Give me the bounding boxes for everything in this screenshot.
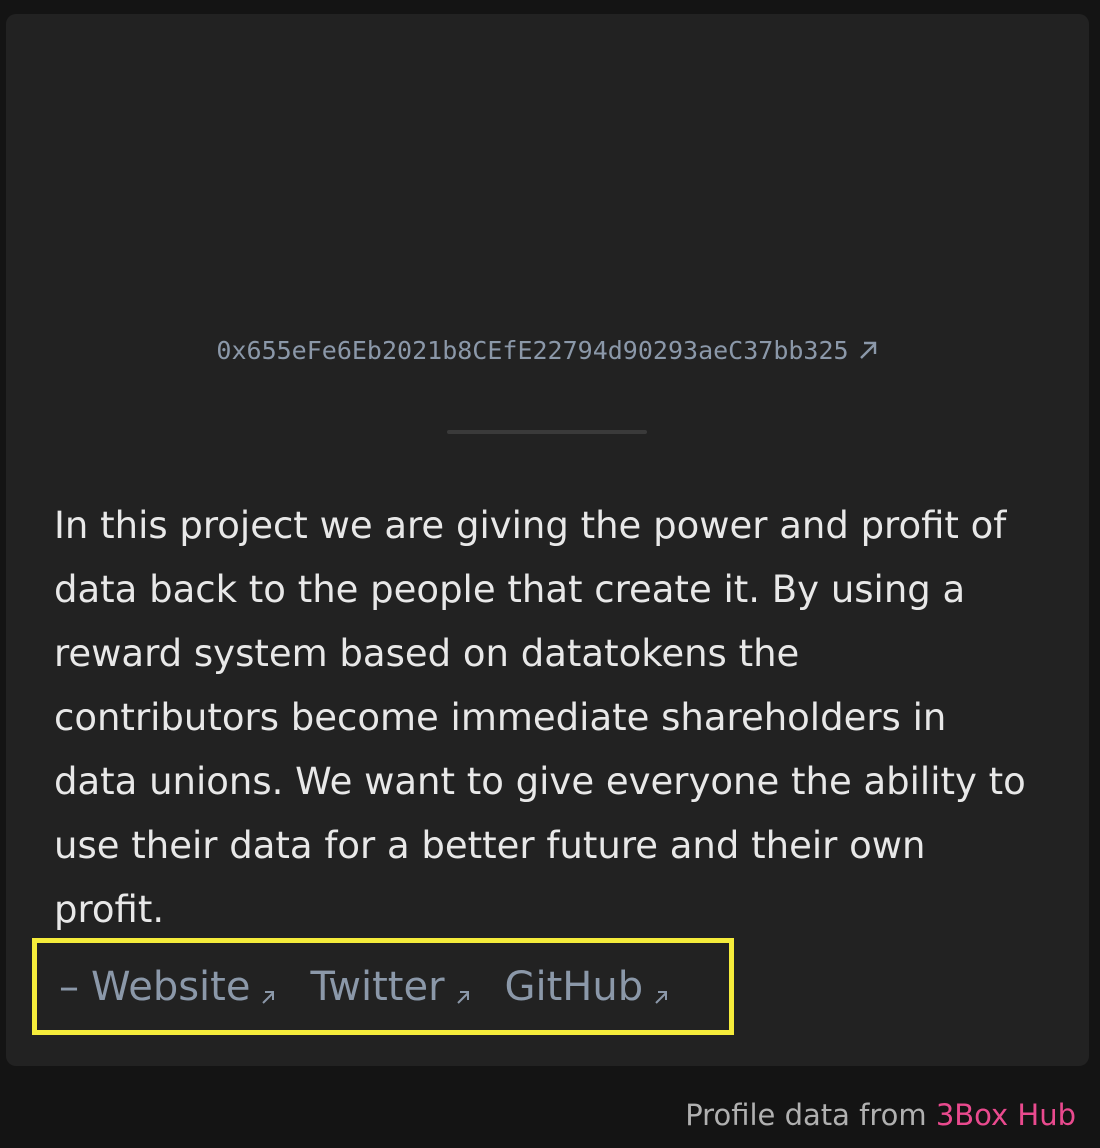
website-link-label: Website: [91, 963, 251, 1010]
wallet-address: 0x655eFe6Eb2021b8CEfE22794d90293aeC37bb3…: [6, 336, 1089, 367]
twitter-link-label: Twitter: [310, 963, 445, 1010]
profile-source-footer: Profile data from 3Box Hub: [685, 1098, 1076, 1132]
profile-links: – Website Twitter GitHub: [32, 938, 734, 1035]
profile-card: 0x655eFe6Eb2021b8CEfE22794d90293aeC37bb3…: [6, 14, 1089, 1066]
profile-description: In this project we are giving the power …: [54, 504, 1026, 931]
website-link[interactable]: Website: [91, 959, 276, 1015]
twitter-link[interactable]: Twitter: [310, 959, 470, 1015]
external-link-icon: [260, 969, 276, 1015]
external-link-icon: [857, 338, 879, 367]
wallet-address-link[interactable]: 0x655eFe6Eb2021b8CEfE22794d90293aeC37bb3…: [216, 336, 878, 365]
links-prefix-dash: –: [59, 963, 79, 1010]
footer-text: Profile data from: [685, 1098, 927, 1132]
divider: [447, 430, 647, 434]
external-link-icon: [455, 969, 471, 1015]
wallet-address-text: 0x655eFe6Eb2021b8CEfE22794d90293aeC37bb3…: [216, 336, 849, 365]
github-link-label: GitHub: [504, 963, 644, 1010]
github-link[interactable]: GitHub: [505, 959, 670, 1015]
external-link-icon: [653, 969, 669, 1015]
3box-hub-link[interactable]: 3Box Hub: [936, 1098, 1076, 1132]
